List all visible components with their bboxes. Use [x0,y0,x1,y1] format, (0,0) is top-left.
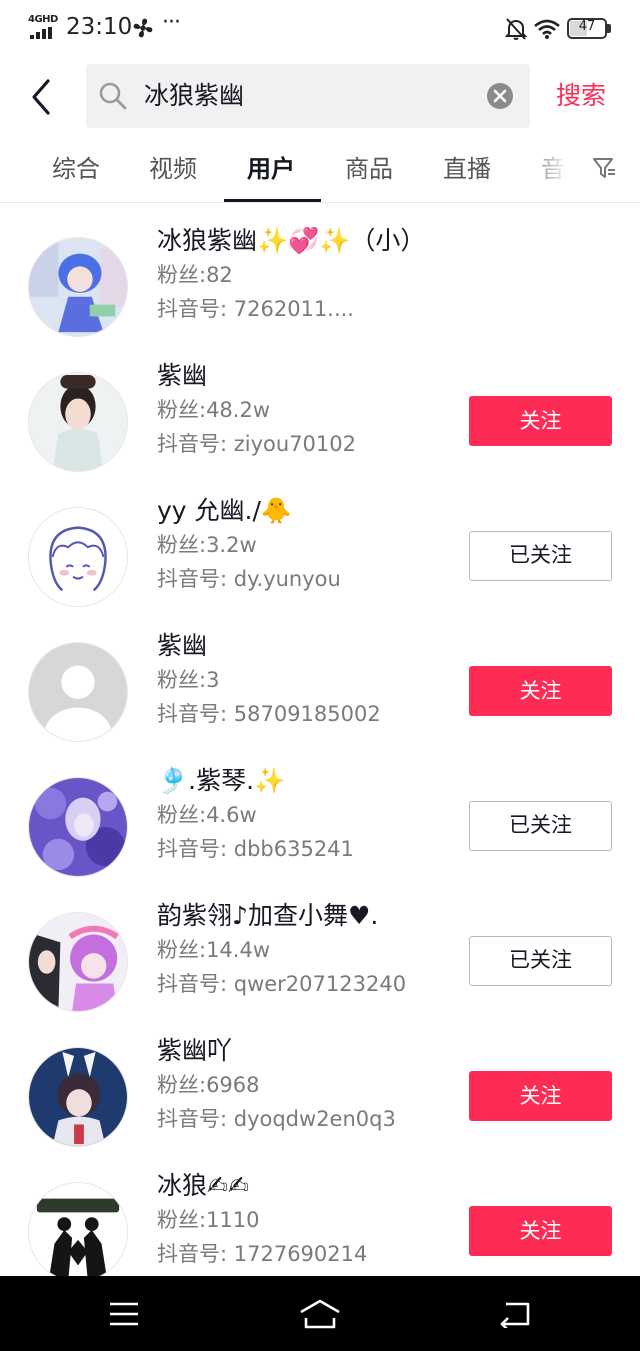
user-row[interactable]: yy 允幽./🐥 粉丝:3.2w 抖音号: dy.yunyou 已关注 [0,496,640,627]
douyin-id: 抖音号: 58709185002 [157,702,381,726]
search-icon [99,82,127,110]
user-row[interactable]: 紫幽吖 粉丝:6968 抖音号: dyoqdw2en0q3 关注 [0,1036,640,1167]
signal-icon: 4GHD [28,14,60,40]
result-tabs: 综合 视频 用户 商品 直播 音 [0,140,640,202]
back-arrow-icon[interactable] [28,78,56,116]
douyin-id: 抖音号: dbb635241 [157,837,354,861]
following-button[interactable]: 已关注 [469,531,612,581]
user-name: 韵紫翎♪加查小舞♥. [157,901,379,930]
user-name: 紫幽 [157,631,208,660]
tab-users[interactable]: 用户 [247,152,295,186]
more-dots: ··· [162,10,181,35]
douyin-id: 抖音号: qwer207123240 [157,972,407,996]
avatar[interactable] [28,777,128,877]
douyin-id: 抖音号: 7262011.... [157,297,354,321]
tab-products[interactable]: 商品 [345,152,393,186]
fans-count: 粉丝:82 [157,263,233,287]
douyin-id: 抖音号: dy.yunyou [157,567,341,591]
follow-button[interactable]: 关注 [469,1206,612,1256]
follow-button[interactable]: 关注 [469,1071,612,1121]
douyin-id: 抖音号: dyoqdw2en0q3 [157,1107,396,1131]
battery-icon: 47 [567,18,611,39]
avatar[interactable] [28,642,128,742]
search-button[interactable]: 搜索 [556,78,606,114]
fans-count: 粉丝:48.2w [157,398,271,422]
avatar[interactable] [28,237,128,337]
fans-count: 粉丝:4.6w [157,803,257,827]
user-row[interactable]: 紫幽 粉丝:3 抖音号: 58709185002 关注 [0,631,640,762]
mute-bell-icon [505,18,527,40]
following-button[interactable]: 已关注 [469,801,612,851]
avatar[interactable] [28,507,128,607]
tab-fade [520,140,590,200]
fans-count: 粉丝:6968 [157,1073,260,1097]
douyin-id: 抖音号: 1727690214 [157,1242,368,1266]
battery-level: 47 [578,19,596,34]
tab-live[interactable]: 直播 [443,152,491,186]
user-name: 紫幽 [157,361,208,390]
tab-videos[interactable]: 视频 [149,152,197,186]
avatar[interactable] [28,1047,128,1147]
user-name: 冰狼✍✍ [157,1171,249,1200]
avatar[interactable] [28,372,128,472]
search-input[interactable]: 冰狼紫幽 [86,64,530,128]
avatar[interactable] [28,912,128,1012]
wifi-icon [534,19,560,39]
tab-comprehensive[interactable]: 综合 [52,152,100,186]
fan-icon [133,18,153,38]
user-row[interactable]: 🎐.紫琴.✨ 粉丝:4.6w 抖音号: dbb635241 已关注 [0,766,640,897]
menu-icon[interactable] [108,1301,140,1327]
user-name: 冰狼紫幽✨💞✨（小） [157,226,426,255]
user-row[interactable]: 冰狼紫幽✨💞✨（小） 粉丝:82 抖音号: 7262011.... [0,226,640,357]
fans-count: 粉丝:1110 [157,1208,260,1232]
douyin-id: 抖音号: ziyou70102 [157,432,356,456]
fans-count: 粉丝:14.4w [157,938,271,962]
system-nav-bar [0,1276,640,1351]
home-icon[interactable] [298,1298,342,1330]
user-row[interactable]: 紫幽 粉丝:48.2w 抖音号: ziyou70102 关注 [0,361,640,492]
fans-count: 粉丝:3 [157,668,220,692]
avatar[interactable] [28,1182,128,1282]
following-button[interactable]: 已关注 [469,936,612,986]
user-row[interactable]: 韵紫翎♪加查小舞♥. 粉丝:14.4w 抖音号: qwer207123240 已… [0,901,640,1032]
fans-count: 粉丝:3.2w [157,533,257,557]
tabs-divider [0,202,640,203]
search-query[interactable]: 冰狼紫幽 [144,78,244,114]
clear-icon[interactable] [486,82,514,110]
follow-button[interactable]: 关注 [469,396,612,446]
return-icon[interactable] [498,1300,532,1328]
user-name: 🎐.紫琴.✨ [157,766,286,795]
follow-button[interactable]: 关注 [469,666,612,716]
network-type: 4GHD [28,14,58,25]
filter-icon[interactable] [592,156,616,180]
status-bar: 4GHD 23:10 ··· 47 [0,0,640,58]
user-name: 紫幽吖 [157,1036,233,1065]
user-name: yy 允幽./🐥 [157,496,293,525]
clock: 23:10 [66,14,133,40]
